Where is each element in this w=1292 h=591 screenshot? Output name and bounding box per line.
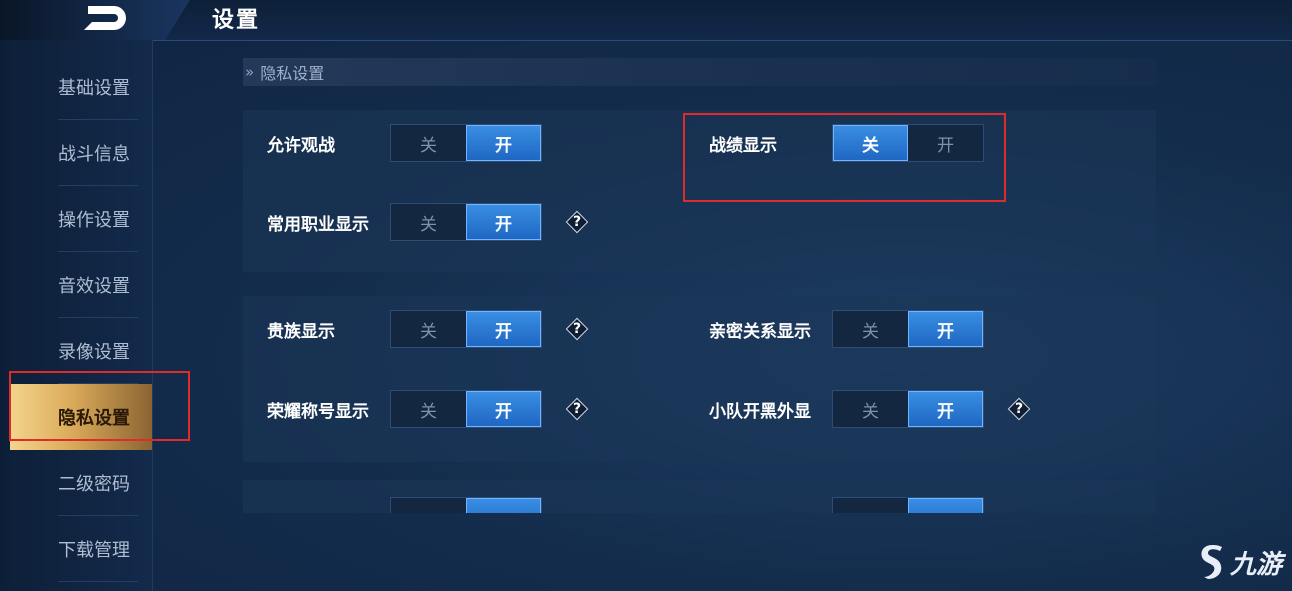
setting-row-common-role: 常用职业显示 关 开 ?: [267, 203, 589, 241]
toggle-common-role[interactable]: 关 开: [390, 203, 542, 241]
sidebar-item-second-password[interactable]: 二级密码: [0, 450, 152, 516]
back-arrow-icon[interactable]: [78, 2, 130, 34]
sidebar-item-battle-info[interactable]: 战斗信息: [0, 120, 152, 186]
setting-row-record-display: 战绩显示 关 开: [709, 124, 984, 162]
toggle-on[interactable]: 开: [466, 391, 541, 427]
toggle-on[interactable]: 开: [908, 391, 983, 427]
section-header: » 隐私设置: [243, 58, 1156, 86]
help-icon[interactable]: ?: [565, 397, 589, 421]
toggle-honor-title[interactable]: 关 开: [390, 390, 542, 428]
settings-panel-3: [243, 480, 1156, 513]
section-title: 隐私设置: [260, 64, 325, 83]
toggle-record-display[interactable]: 关 开: [832, 124, 984, 162]
help-icon[interactable]: ?: [565, 210, 589, 234]
toggle-team-display[interactable]: 关 开: [832, 390, 984, 428]
toggle-off[interactable]: 关: [391, 125, 466, 161]
help-icon[interactable]: ?: [1007, 397, 1031, 421]
sidebar-item-replay[interactable]: 录像设置: [0, 318, 152, 384]
sidebar-item-controls[interactable]: 操作设置: [0, 186, 152, 252]
sidebar: 基础设置 战斗信息 操作设置 音效设置 录像设置 隐私设置 二级密码 下载管理: [0, 40, 153, 591]
toggle-intimacy-display[interactable]: 关 开: [832, 310, 984, 348]
toggle-partial-right[interactable]: [832, 497, 984, 513]
setting-label: 小队开黑外显: [709, 401, 811, 422]
setting-row-allow-spectate: 允许观战 关 开: [267, 124, 542, 162]
back-area: [0, 0, 190, 40]
sidebar-item-privacy[interactable]: 隐私设置: [10, 384, 152, 450]
watermark-text: 九游: [1230, 549, 1283, 580]
sidebar-item-downloads[interactable]: 下载管理: [0, 516, 152, 582]
setting-label: 常用职业显示: [267, 214, 369, 235]
toggle-on[interactable]: 开: [908, 311, 983, 347]
toggle-off[interactable]: 关: [833, 125, 908, 161]
toggle-off[interactable]: 关: [833, 391, 908, 427]
toggle-off[interactable]: 关: [833, 311, 908, 347]
toggle-allow-spectate[interactable]: 关 开: [390, 124, 542, 162]
help-icon[interactable]: ?: [565, 317, 589, 341]
sidebar-item-audio[interactable]: 音效设置: [0, 252, 152, 318]
toggle-on[interactable]: 开: [908, 125, 983, 161]
setting-label: 贵族显示: [267, 321, 335, 342]
toggle-on[interactable]: 开: [466, 125, 541, 161]
top-bar: 设置: [0, 0, 1292, 41]
sidebar-item-basic[interactable]: 基础设置: [0, 54, 152, 120]
toggle-on[interactable]: 开: [466, 311, 541, 347]
toggle-on[interactable]: 开: [466, 204, 541, 240]
setting-label: 荣耀称号显示: [267, 401, 369, 422]
toggle-off[interactable]: 关: [391, 391, 466, 427]
toggle-off[interactable]: 关: [391, 204, 466, 240]
page-title: 设置: [212, 8, 261, 33]
setting-label: 允许观战: [267, 135, 335, 156]
toggle-noble-display[interactable]: 关 开: [390, 310, 542, 348]
toggle-off[interactable]: 关: [391, 311, 466, 347]
setting-row-honor-title: 荣耀称号显示 关 开 ?: [267, 390, 589, 428]
scroll-clip-area: [243, 460, 1156, 513]
watermark-logo-icon: [1201, 545, 1222, 579]
setting-row-team-display: 小队开黑外显 关 开 ?: [709, 390, 1031, 428]
chevron-right-icon: »: [245, 63, 255, 81]
setting-row-intimacy-display: 亲密关系显示 关 开: [709, 310, 984, 348]
setting-label: 亲密关系显示: [709, 321, 811, 342]
toggle-partial-left[interactable]: [390, 497, 542, 513]
watermark: 九游: [1198, 540, 1290, 584]
setting-label: 战绩显示: [709, 135, 777, 156]
setting-row-noble-display: 贵族显示 关 开 ?: [267, 310, 589, 348]
